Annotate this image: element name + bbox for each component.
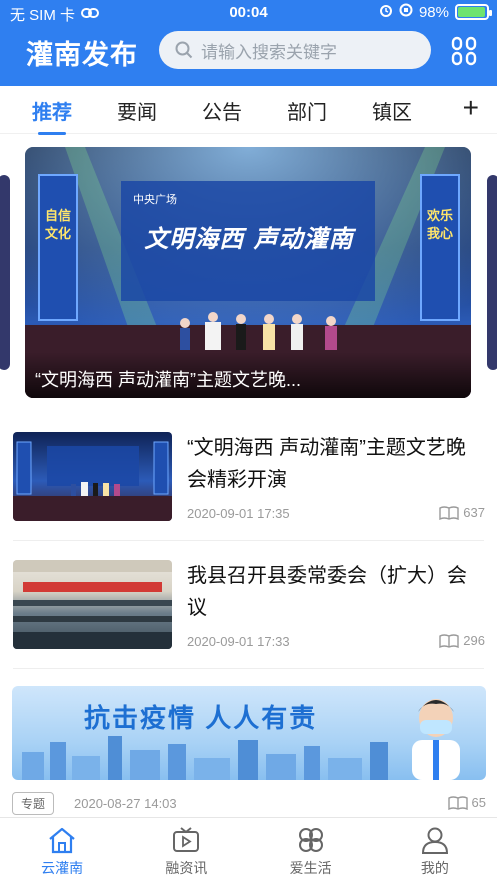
- book-icon: [439, 633, 459, 648]
- news-date: 2020-09-01 17:33: [187, 634, 290, 649]
- epidemic-promo-banner[interactable]: 抗击疫情 人人有责: [12, 686, 486, 780]
- tab-towns[interactable]: 镇区: [372, 96, 412, 125]
- reads-count: 65: [471, 795, 486, 810]
- rotation-lock-icon: [399, 3, 413, 21]
- stage-title: 文明海西 声动灌南: [144, 224, 354, 253]
- reads-count: 637: [463, 505, 485, 520]
- left-stage-banner-text: 自信文化: [44, 208, 71, 241]
- nav-item-home[interactable]: 云灌南: [0, 818, 124, 883]
- list-item[interactable]: 我县召开县委常委会（扩大）会议 2020-09-01 17:33 296: [0, 558, 497, 668]
- user-icon: [421, 827, 448, 854]
- add-tab-button[interactable]: +: [463, 92, 479, 124]
- menu-grid-icon[interactable]: [451, 36, 479, 66]
- video-icon: [173, 827, 200, 852]
- nav-label-home: 云灌南: [41, 860, 84, 876]
- list-item[interactable]: “文明海西 声动灌南”主题文艺晚会精彩开演 2020-09-01 17:35 6…: [0, 430, 497, 540]
- tab-announcements[interactable]: 公告: [202, 96, 242, 125]
- reads-count: 296: [463, 633, 485, 648]
- clover-icon: [298, 828, 323, 852]
- nav-item-profile[interactable]: 我的: [373, 818, 497, 883]
- search-bar[interactable]: 请输入搜索关键字: [159, 31, 431, 69]
- tab-headlines[interactable]: 要闻: [117, 96, 157, 125]
- divider: [13, 668, 484, 669]
- category-tabs: 推荐 要闻 公告 部门 镇区 +: [0, 86, 497, 135]
- book-icon: [447, 795, 468, 810]
- search-icon: [175, 41, 193, 59]
- right-stage-banner-text: 欢乐我心: [426, 208, 453, 241]
- topic-tag[interactable]: 专题: [12, 792, 55, 815]
- promo-date: 2020-08-27 14:03: [74, 796, 177, 811]
- alarm-icon: [379, 3, 393, 21]
- news-date: 2020-09-01 17:35: [187, 506, 290, 521]
- battery-percent: 98%: [418, 3, 449, 21]
- stage-screen-header: 中央广场: [133, 194, 177, 206]
- nav-label-life: 爱生活: [289, 860, 332, 876]
- news-title: 我县召开县委常委会（扩大）会议: [187, 565, 467, 619]
- tab-recommend[interactable]: 推荐: [32, 96, 72, 135]
- app-brand-title: 灌南发布: [26, 40, 138, 70]
- featured-banner[interactable]: 自信文化 欢乐我心 中央广场 文明海西 声动灌南 “文明海西 声动灌南”主题文艺…: [25, 147, 471, 398]
- banner-caption: “文明海西 声动灌南”主题文艺晚...: [25, 352, 471, 398]
- news-reads: 637: [439, 505, 485, 520]
- battery-icon: [455, 4, 492, 20]
- bottom-navigation: 云灌南 融资讯 爱生活 我的: [0, 817, 497, 883]
- carousel-next-peek[interactable]: [487, 175, 497, 370]
- promo-reads: 65: [447, 795, 486, 810]
- doctor-illustration: [412, 699, 460, 780]
- app-header: 无 SIM 卡 00:04 98% 灌南发布 请输入搜索关键字: [0, 0, 497, 86]
- divider: [13, 540, 484, 541]
- home-icon: [49, 827, 75, 854]
- nav-item-life[interactable]: 爱生活: [249, 818, 373, 883]
- news-reads: 296: [439, 633, 485, 648]
- news-title: “文明海西 声动灌南”主题文艺晚会精彩开演: [187, 437, 466, 491]
- nav-item-news[interactable]: 融资讯: [124, 818, 248, 883]
- book-icon: [439, 505, 459, 520]
- nav-label-profile: 我的: [420, 860, 449, 876]
- carousel-prev-peek[interactable]: [0, 175, 10, 370]
- news-thumbnail-stage: [13, 432, 172, 521]
- battery-fill: [458, 7, 485, 17]
- nav-label-news: 融资讯: [165, 860, 208, 876]
- promo-meta-row: 专题 2020-08-27 14:03 65: [12, 792, 486, 815]
- news-thumbnail-meeting: [13, 560, 172, 649]
- tab-departments[interactable]: 部门: [287, 96, 327, 125]
- status-bar: 无 SIM 卡 00:04 98%: [0, 0, 497, 28]
- search-placeholder: 请输入搜索关键字: [201, 42, 337, 62]
